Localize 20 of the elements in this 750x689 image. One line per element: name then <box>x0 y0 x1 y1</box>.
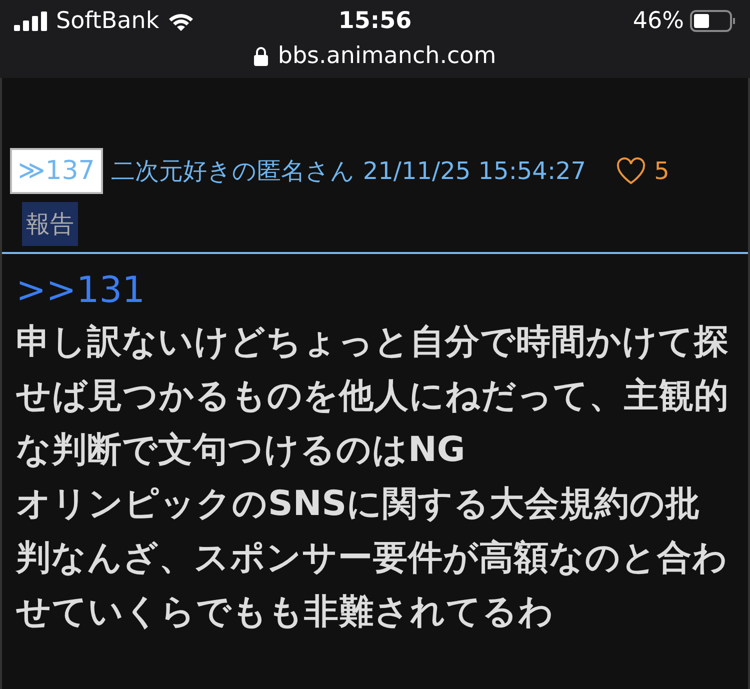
post-text-line: せば見つかるものを他人にねだって、主観的 <box>16 375 730 418</box>
post-text-line: 判なんざ、スポンサー要件が高額なのと合わ <box>16 537 729 580</box>
author-name: 二次元好きの匿名さん <box>110 156 355 187</box>
reply-link[interactable]: >>131 <box>16 270 146 311</box>
page-url[interactable]: bbs.animanch.com <box>278 43 496 69</box>
post-text-line: オリンピックのSNSに関する大会規約の批 <box>16 483 702 526</box>
post-text-line: 申し訳ないけどちょっと自分で時間かけて探 <box>16 321 730 364</box>
like-count: 5 <box>654 157 670 185</box>
wifi-icon <box>167 11 196 31</box>
post-text-line: せていくらでもも非難されてるわ <box>16 591 555 634</box>
clock-time: 15:56 <box>338 8 412 34</box>
battery-icon <box>690 10 736 32</box>
battery-percentage: 46% <box>632 8 684 34</box>
heart-icon[interactable] <box>616 157 646 185</box>
post-timestamp: 21/11/25 15:54:27 <box>362 157 586 185</box>
report-button[interactable]: 報告 <box>22 202 78 246</box>
carrier-name: SoftBank <box>56 8 160 34</box>
post-text-line: な判断で文句つけるのはNG <box>16 429 466 472</box>
lock-icon <box>254 46 268 66</box>
signal-icon <box>14 11 48 31</box>
